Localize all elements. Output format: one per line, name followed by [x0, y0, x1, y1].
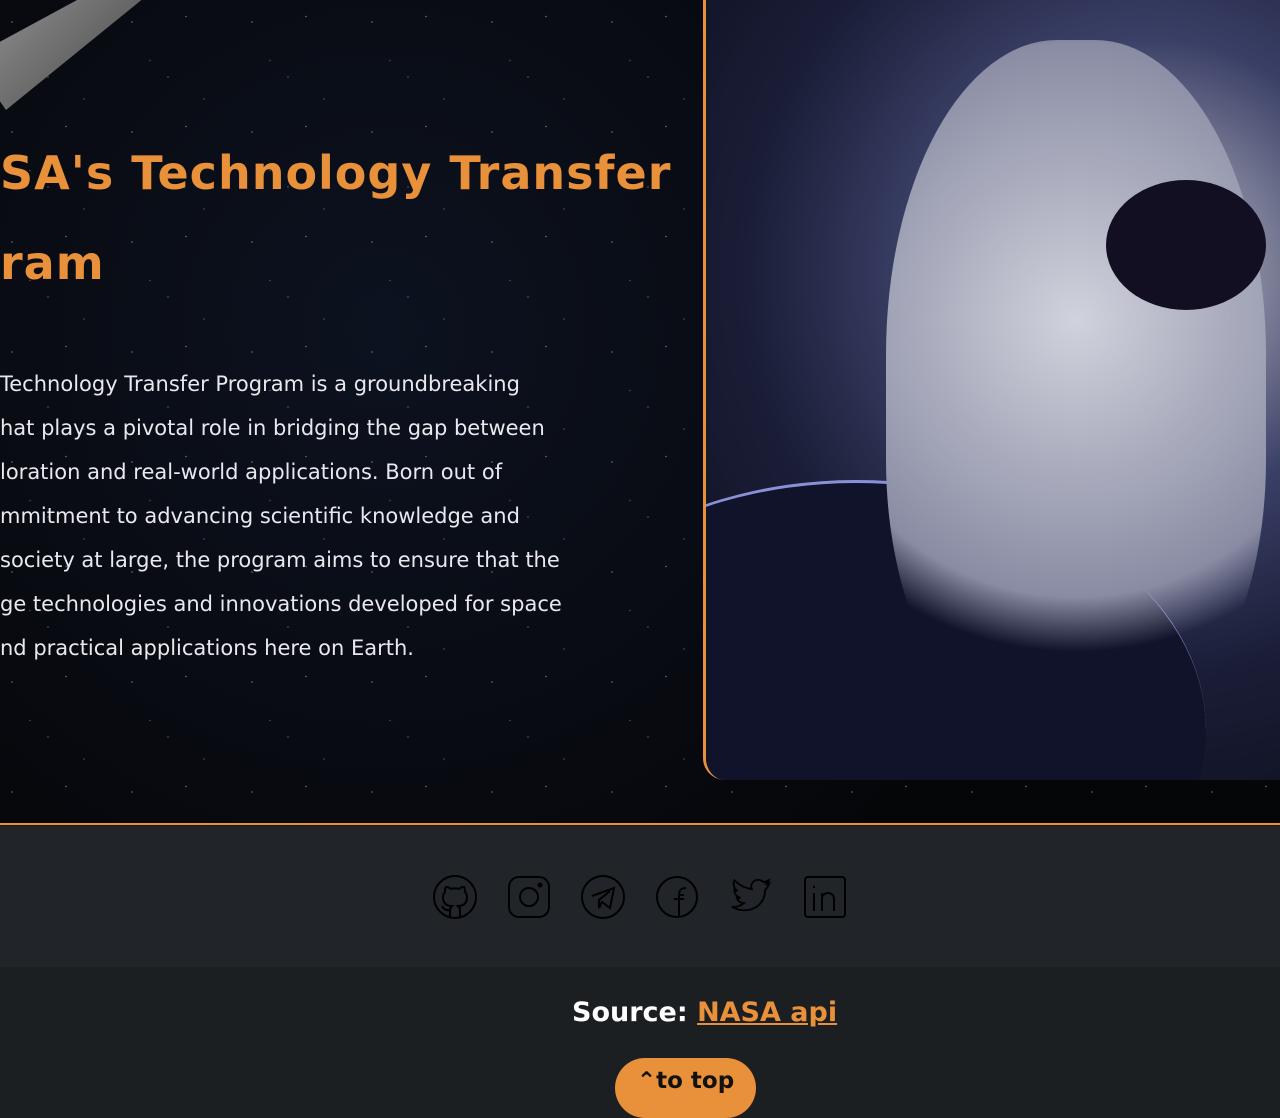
- to-top-button[interactable]: ⌃to top: [615, 1058, 756, 1118]
- page-title: SA's Technology Transfer ram: [0, 128, 671, 308]
- hero-section: SA's Technology Transfer ram Technology …: [0, 0, 1280, 825]
- description: Technology Transfer Program is a groundb…: [0, 362, 562, 670]
- title-line: ram: [0, 236, 105, 290]
- description-line: mmitment to advancing scientific knowled…: [0, 504, 520, 528]
- facebook-icon[interactable]: [655, 875, 699, 919]
- astronaut-shape: [886, 40, 1266, 740]
- source-label: Source:: [572, 997, 688, 1028]
- twitter-icon[interactable]: [729, 875, 773, 919]
- description-line: ge technologies and innovations develope…: [0, 592, 562, 616]
- description-line: hat plays a pivotal role in bridging the…: [0, 416, 545, 440]
- telegram-icon[interactable]: [581, 875, 625, 919]
- footer: Source: NASA api ⌃to top: [0, 967, 1280, 1118]
- title-line: SA's Technology Transfer: [0, 146, 672, 200]
- linkedin-icon[interactable]: [803, 875, 847, 919]
- social-links: [0, 827, 1280, 967]
- to-top-label: to top: [656, 1068, 735, 1094]
- description-line: loration and real-world applications. Bo…: [0, 460, 503, 484]
- nasa-api-link[interactable]: NASA api: [697, 997, 837, 1028]
- chevrons-up-icon: ⌃: [636, 1068, 657, 1094]
- source-text: Source: NASA api: [572, 997, 837, 1028]
- description-line: nd practical applications here on Earth.: [0, 636, 414, 660]
- description-line: Technology Transfer Program is a groundb…: [0, 372, 520, 396]
- visor-shape: [1106, 180, 1266, 310]
- github-icon[interactable]: [433, 875, 477, 919]
- description-line: society at large, the program aims to en…: [0, 548, 560, 572]
- instagram-icon[interactable]: [507, 875, 551, 919]
- astronaut-image: [703, 0, 1280, 780]
